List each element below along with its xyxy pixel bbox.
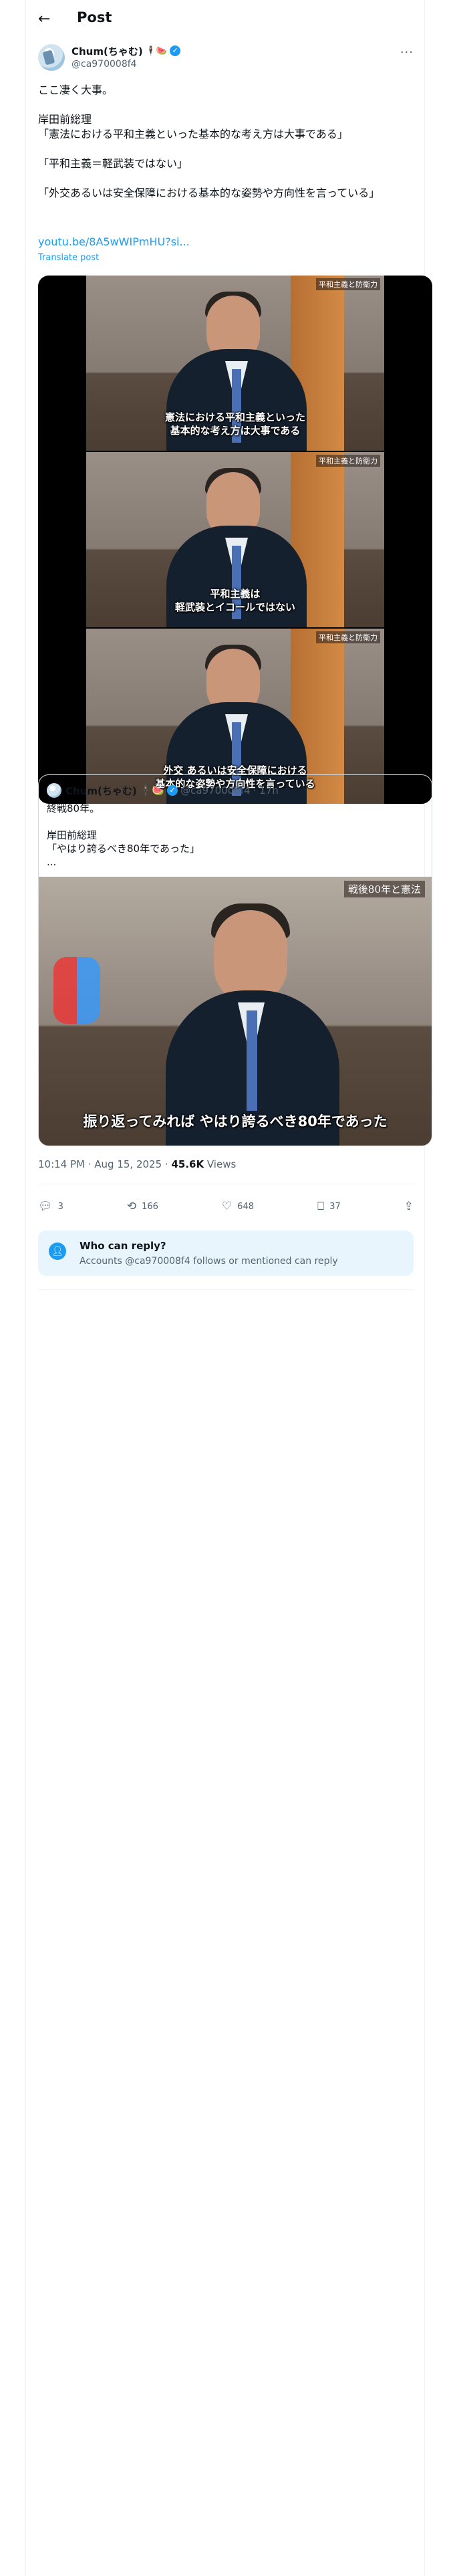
avatar[interactable]	[38, 44, 65, 71]
frame-caption: 平和主義は 軽武装とイコールではない	[86, 587, 384, 614]
divider	[38, 1289, 414, 1290]
post-line: 「憲法における平和主義といった基本的な考え方は大事である」	[38, 128, 348, 140]
quoted-author-row: Chum(ちゃむ) 🕴🍉 ✓ @ca970008f4 · 17h	[65, 783, 279, 798]
verified-badge-icon: ✓	[167, 785, 178, 796]
repost-button[interactable]: ⟲ 166	[127, 1200, 158, 1213]
reply-restriction-text: Accounts @ca970008f4 follows or mentione…	[80, 1256, 338, 1267]
post-line: 「外交あるいは安全保障における基本的な姿勢や方向性を言っている」	[38, 187, 380, 199]
main-column: ← Post Chum(ちゃむ) 🕴🍉 ✓ @ca970008f4 ··· ここ…	[25, 0, 432, 2576]
video-player[interactable]: 平和主義と防衛力 憲法における平和主義といった 基本的な考え方は大事である 平和…	[38, 276, 432, 804]
author-emoji: 🕴🍉	[145, 45, 168, 56]
bookmark-button[interactable]: ⎕ 37	[317, 1200, 341, 1213]
reply-button[interactable]: 💬︎ 3	[38, 1200, 63, 1213]
reply-restriction-title: Who can reply?	[80, 1240, 166, 1252]
post-line	[38, 142, 412, 156]
post-line	[38, 98, 412, 112]
post-line: 「平和主義＝軽武装ではない」	[38, 157, 188, 170]
quoted-avatar	[47, 783, 61, 798]
caption-line: 基本的な考え方は大事である	[170, 425, 301, 437]
quoted-line	[47, 815, 421, 829]
author-name[interactable]: Chum(ちゃむ)	[71, 44, 143, 58]
video-frame: 平和主義と防衛力 平和主義は 軽武装とイコールではない	[86, 452, 384, 627]
frame-caption: 憲法における平和主義といった 基本的な考え方は大事である	[86, 411, 384, 437]
frame-sign: 平和主義と防衛力	[316, 278, 380, 290]
quoted-line: 「やはり誇るべき80年であった」	[47, 843, 200, 855]
share-icon: ⇪	[404, 1200, 414, 1213]
quoted-author-emoji: 🕴🍉	[139, 784, 165, 796]
caption-line: 平和主義は	[210, 588, 261, 600]
post-meta: 10:14 PM · Aug 15, 2025 · 45.6K Views	[38, 1158, 236, 1170]
share-button[interactable]: ⇪	[404, 1200, 414, 1213]
author-row[interactable]: Chum(ちゃむ) 🕴🍉 ✓	[71, 44, 181, 58]
action-bar: 💬︎ 3 ⟲ 166 ♡ 648 ⎕ 37 ⇪	[38, 1194, 414, 1218]
reply-restriction-box: 👤︎ Who can reply? Accounts @ca970008f4 f…	[38, 1230, 414, 1276]
quoted-author-name: Chum(ちゃむ)	[65, 784, 137, 797]
reply-icon: 💬︎	[38, 1200, 53, 1213]
page-title: Post	[77, 9, 112, 25]
back-arrow-icon[interactable]: ←	[38, 11, 54, 27]
post-line: 岸田前総理	[38, 113, 92, 126]
verified-badge-icon: ✓	[170, 45, 181, 56]
caption-line: 憲法における平和主義といった	[164, 411, 305, 423]
like-button[interactable]: ♡ 648	[222, 1200, 254, 1213]
quoted-post[interactable]: Chum(ちゃむ) 🕴🍉 ✓ @ca970008f4 · 17h 終戦80年。 …	[38, 774, 432, 1146]
quoted-body: 終戦80年。 岸田前総理 「やはり誇るべき80年であった」 ...	[47, 802, 421, 869]
caption-line: 軽武装とイコールではない	[174, 601, 295, 613]
youtube-link[interactable]: youtu.be/8A5wWIPmHU?si...	[38, 235, 190, 248]
bookmark-count: 37	[329, 1201, 341, 1212]
post-body: ここ凄く大事。 岸田前総理 「憲法における平和主義といった基本的な考え方は大事で…	[38, 83, 412, 201]
quoted-line: ...	[47, 856, 57, 868]
top-bar: ← Post	[26, 0, 426, 39]
repost-count: 166	[142, 1201, 158, 1212]
post-line	[38, 171, 412, 186]
quoted-line: 岸田前総理	[47, 829, 98, 841]
frame-sign: 平和主義と防衛力	[316, 455, 380, 467]
like-count: 648	[237, 1201, 254, 1212]
post-timestamp[interactable]: 10:14 PM · Aug 15, 2025 ·	[38, 1158, 171, 1170]
media-sign: 戦後80年と憲法	[343, 881, 425, 897]
reply-count: 3	[57, 1201, 63, 1212]
translate-post-link[interactable]: Translate post	[38, 253, 99, 263]
quoted-media[interactable]: 戦後80年と憲法 振り返ってみれば やはり誇るべき80年であった	[39, 877, 432, 1146]
author-handle[interactable]: @ca970008f4	[71, 59, 137, 70]
frame-sign: 平和主義と防衛力	[316, 631, 380, 643]
video-frame: 平和主義と防衛力 憲法における平和主義といった 基本的な考え方は大事である	[86, 276, 384, 451]
quoted-line: 終戦80年。	[47, 802, 100, 815]
views-count: 45.6K	[171, 1158, 204, 1170]
views-label: Views	[204, 1158, 237, 1170]
more-options-icon[interactable]: ···	[400, 45, 414, 60]
quoted-time: · 17h	[253, 784, 279, 796]
user-icon: 👤︎	[49, 1243, 66, 1260]
post-line: ここ凄く大事。	[38, 84, 114, 96]
bookmark-icon: ⎕	[317, 1200, 325, 1213]
heart-icon: ♡	[221, 1200, 233, 1213]
repost-icon: ⟲	[126, 1200, 137, 1213]
quoted-handle: @ca970008f4	[180, 784, 251, 796]
media-caption: 振り返ってみれば やはり誇るべき80年であった	[83, 1113, 388, 1130]
